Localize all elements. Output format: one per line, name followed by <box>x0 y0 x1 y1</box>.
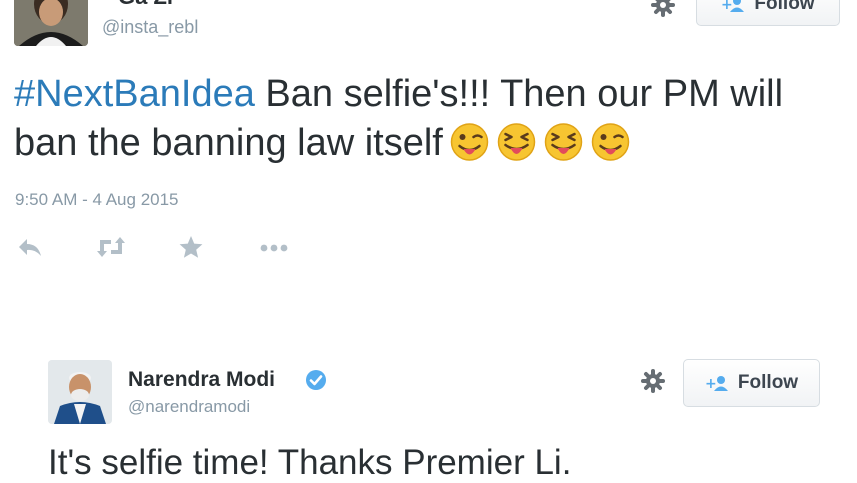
follow-button[interactable]: + Follow <box>696 0 840 26</box>
tweet-text: It's selfie time! Thanks Premier Li. <box>48 443 572 482</box>
gear-icon[interactable] <box>640 368 666 394</box>
retweet-icon[interactable] <box>94 234 128 260</box>
tweet-card: Narendra Modi @narendramodi + Follow It'… <box>0 340 857 482</box>
follow-label: Follow <box>754 0 815 14</box>
display-name[interactable]: Ga Zi <box>118 0 173 10</box>
squinting-tongue-emoji <box>544 123 583 161</box>
tweet-text: #NextBanIdea Ban selfie's!!! Then our PM… <box>14 70 834 168</box>
avatar[interactable] <box>48 360 112 424</box>
tweet-card: Ga Zi @insta_rebl + Follow #NextBanIdea … <box>0 0 857 290</box>
more-icon[interactable] <box>258 234 292 260</box>
follow-button[interactable]: + Follow <box>683 359 820 407</box>
tweet-timestamp[interactable]: 9:50 AM - 4 Aug 2015 <box>15 190 179 210</box>
hashtag-link[interactable]: #NextBanIdea <box>14 73 255 115</box>
follow-label: Follow <box>737 372 799 393</box>
reply-icon[interactable] <box>16 234 44 260</box>
favorite-icon[interactable] <box>178 234 204 260</box>
follow-person-icon: + <box>705 376 728 391</box>
tweet-actions <box>16 234 316 260</box>
winking-tongue-emoji <box>450 123 489 161</box>
user-handle[interactable]: @insta_rebl <box>102 17 198 38</box>
squinting-tongue-emoji <box>497 123 536 161</box>
verified-badge-icon <box>306 370 326 390</box>
svg-text:+: + <box>721 0 733 12</box>
user-handle[interactable]: @narendramodi <box>128 397 250 417</box>
avatar[interactable] <box>14 0 88 46</box>
svg-text:+: + <box>705 376 717 391</box>
winking-tongue-emoji <box>591 123 630 161</box>
gear-icon[interactable] <box>650 0 676 18</box>
follow-person-icon: + <box>721 0 745 12</box>
display-name[interactable]: Narendra Modi <box>128 368 275 392</box>
